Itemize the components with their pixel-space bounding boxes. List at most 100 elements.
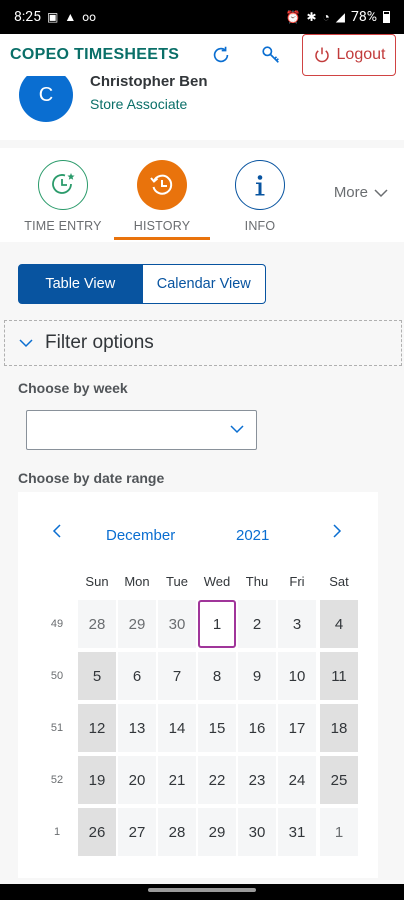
key-button[interactable] <box>254 38 288 72</box>
week-select[interactable] <box>26 410 257 450</box>
week-number: 52 <box>50 774 64 786</box>
week-number: 1 <box>53 826 61 838</box>
alarm-icon: ⏰ <box>285 10 301 24</box>
weekday-label: Fri <box>289 574 305 589</box>
active-tab-indicator <box>114 237 210 240</box>
week-label: Choose by week <box>18 380 128 396</box>
more-label: More <box>333 184 368 201</box>
table-view-button[interactable]: Table View <box>18 264 143 304</box>
tab-label: TIME ENTRY <box>24 219 102 233</box>
calendar-day[interactable]: 23 <box>238 756 276 804</box>
avatar: C <box>19 76 73 122</box>
calendar-day[interactable]: 3 <box>278 600 316 648</box>
info-icon <box>235 160 285 210</box>
weekday-label: Mon <box>124 574 150 589</box>
calendar-day[interactable]: 28 <box>158 808 196 856</box>
tab-label: HISTORY <box>133 219 191 233</box>
calendar-day[interactable]: 31 <box>278 808 316 856</box>
calendar-day[interactable]: 17 <box>278 704 316 752</box>
history-icon <box>137 160 187 210</box>
previous-month-button[interactable] <box>52 524 62 542</box>
calendar-day[interactable]: 27 <box>118 808 156 856</box>
weekday-label: Sun <box>85 574 109 589</box>
refresh-icon <box>213 46 229 63</box>
battery-percent: 78% <box>351 9 377 25</box>
home-indicator[interactable] <box>148 888 256 892</box>
calendar-day[interactable]: 13 <box>118 704 156 752</box>
weekday-label: Tue <box>166 574 188 589</box>
year-button[interactable]: 2021 <box>236 527 269 544</box>
logout-button[interactable]: Logout <box>302 34 396 76</box>
filter-options-toggle[interactable]: Filter options <box>4 320 402 366</box>
chevron-down-icon <box>230 425 244 434</box>
calendar-day[interactable]: 26 <box>78 808 116 856</box>
next-month-button[interactable] <box>332 524 342 542</box>
calendar-day[interactable]: 12 <box>78 704 116 752</box>
calendar-day[interactable]: 16 <box>238 704 276 752</box>
calendar-day[interactable]: 28 <box>78 600 116 648</box>
week-number: 49 <box>50 618 64 630</box>
system-nav-bar <box>0 884 404 900</box>
more-menu-button[interactable]: More <box>334 184 388 201</box>
calendar-day[interactable]: 15 <box>198 704 236 752</box>
user-name: Christopher Ben <box>90 76 208 90</box>
user-profile: C Christopher Ben Store Associate <box>0 76 404 140</box>
calendar-day[interactable]: 5 <box>78 652 116 700</box>
calendar-day[interactable]: 20 <box>118 756 156 804</box>
tab-info[interactable]: INFO <box>212 148 308 242</box>
tab-time-entry[interactable]: TIME ENTRY <box>15 148 111 242</box>
user-role: Store Associate <box>90 96 188 112</box>
gallery-icon: ▣ <box>47 10 59 24</box>
notification-icon: ▲ <box>64 10 77 24</box>
weekday-label: Wed <box>203 574 231 589</box>
calendar-day[interactable]: 30 <box>158 600 196 648</box>
chevron-down-icon <box>19 339 33 348</box>
calendar-day[interactable]: 10 <box>278 652 316 700</box>
power-icon <box>314 47 329 63</box>
tab-label: INFO <box>244 219 276 233</box>
calendar-day[interactable]: 6 <box>118 652 156 700</box>
calendar-day[interactable]: 22 <box>198 756 236 804</box>
logout-label: Logout <box>336 46 386 63</box>
status-time: 8:25 <box>14 9 41 25</box>
calendar-day[interactable]: 18 <box>320 704 358 752</box>
date-range-label: Choose by date range <box>18 470 165 486</box>
refresh-button[interactable] <box>204 38 238 72</box>
week-number: 51 <box>50 722 64 734</box>
wifi-icon: ◔ <box>322 10 330 24</box>
app-header: COPEO TIMESHEETS Logout <box>0 34 404 76</box>
calendar-view-button[interactable]: Calendar View <box>142 264 266 304</box>
calendar-day[interactable]: 29 <box>198 808 236 856</box>
calendar-day[interactable]: 11 <box>320 652 358 700</box>
calendar-day[interactable]: 29 <box>118 600 156 648</box>
calendar-day[interactable]: 8 <box>198 652 236 700</box>
month-button[interactable]: December <box>106 527 175 544</box>
calendar-day[interactable]: 30 <box>238 808 276 856</box>
chevron-right-icon <box>333 524 342 538</box>
tab-bar: TIME ENTRY HISTORY INFO More <box>0 148 404 242</box>
calendar-day[interactable]: 21 <box>158 756 196 804</box>
calendar-day[interactable]: 14 <box>158 704 196 752</box>
calendar: December 2021 Sun Mon Tue Wed Thu Fri Sat 49 28… <box>18 492 378 878</box>
weekday-label: Sat <box>329 574 349 589</box>
filter-title: Filter options <box>45 332 154 353</box>
calendar-day[interactable]: 1 <box>320 808 358 856</box>
calendar-day[interactable]: 7 <box>158 652 196 700</box>
week-number: 50 <box>50 670 64 682</box>
calendar-day[interactable]: 25 <box>320 756 358 804</box>
calendar-day[interactable]: 4 <box>320 600 358 648</box>
view-switch: Table View Calendar View <box>18 264 266 304</box>
bluetooth-icon: ✱ <box>306 10 317 24</box>
time-entry-icon <box>38 160 88 210</box>
status-bar: 8:25 ▣ ▲ oo ⏰ ✱ ◔ ◢ 78% <box>0 0 404 34</box>
signal-icon: ◢ <box>335 10 345 24</box>
tab-history[interactable]: HISTORY <box>114 148 210 242</box>
weekday-label: Thu <box>245 574 269 589</box>
app-title: COPEO TIMESHEETS <box>10 46 180 63</box>
chevron-left-icon <box>52 524 61 538</box>
calendar-day[interactable]: 9 <box>238 652 276 700</box>
calendar-day[interactable]: 24 <box>278 756 316 804</box>
calendar-day[interactable]: 19 <box>78 756 116 804</box>
calendar-day[interactable]: 1 <box>198 600 236 648</box>
calendar-day[interactable]: 2 <box>238 600 276 648</box>
